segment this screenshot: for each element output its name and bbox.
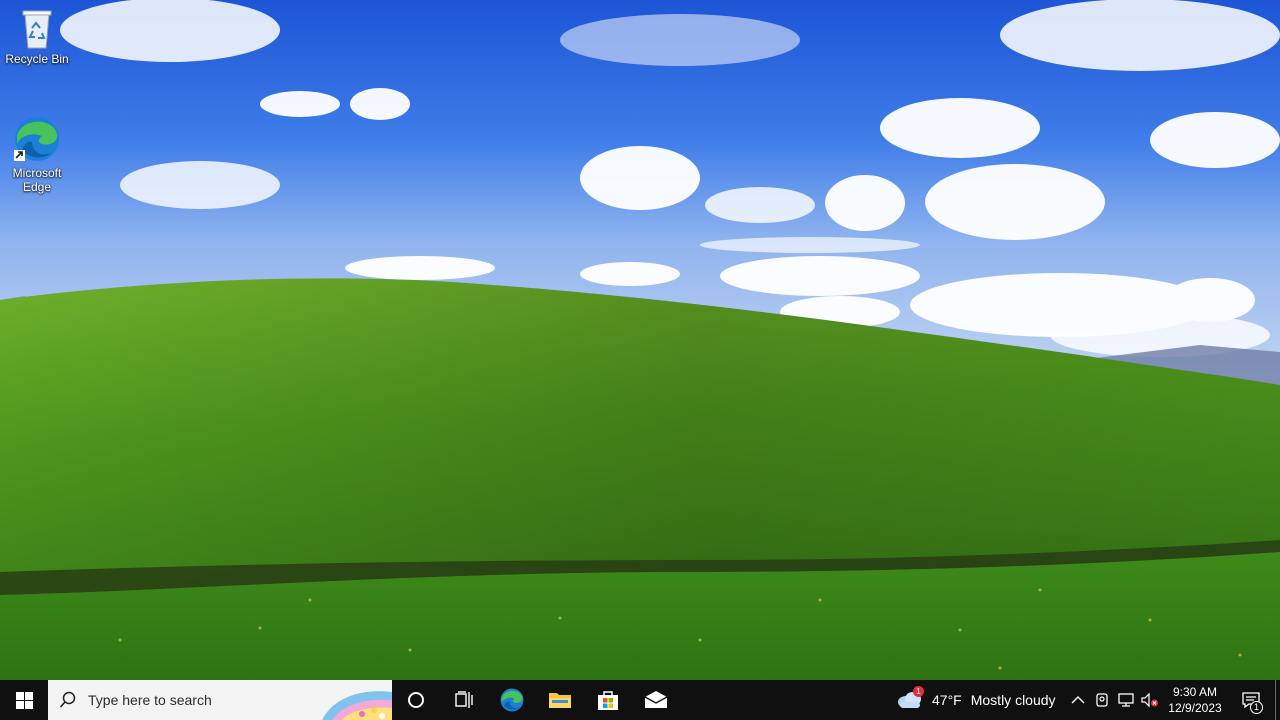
action-center-button[interactable]: 1 — [1234, 680, 1268, 720]
chevron-up-icon — [1071, 696, 1085, 704]
network-button[interactable] — [1114, 680, 1138, 720]
meet-now-button[interactable] — [1090, 680, 1114, 720]
clock-date: 12/9/2023 — [1168, 701, 1222, 715]
cortana-button[interactable] — [392, 680, 440, 720]
weather-condition: Mostly cloudy — [970, 692, 1056, 708]
taskbar: Type here to search 1 47°F Mostly cloudy… — [0, 680, 1280, 720]
desktop[interactable]: Recycle Bin Microsoft Edge — [0, 0, 1280, 680]
system-tray — [1066, 680, 1162, 720]
start-button[interactable] — [0, 680, 48, 720]
desktop-icon-label: Recycle Bin — [5, 52, 69, 66]
recycle-bin-icon — [22, 10, 52, 49]
search-box[interactable]: Type here to search — [48, 680, 392, 720]
bliss-wallpaper — [0, 0, 1280, 680]
search-highlight-icon — [322, 691, 392, 720]
show-desktop-button[interactable] — [1275, 680, 1280, 720]
network-icon — [1118, 693, 1134, 707]
desktop-icon-recycle-bin[interactable]: Recycle Bin — [0, 6, 74, 66]
microsoft-store-button[interactable] — [584, 680, 632, 720]
taskbar-edge-button[interactable] — [488, 680, 536, 720]
search-icon — [59, 691, 76, 708]
task-view-button[interactable] — [440, 680, 488, 720]
notification-count-badge: 1 — [1250, 701, 1263, 714]
volume-button[interactable] — [1138, 680, 1162, 720]
clock[interactable]: 9:30 AM 12/9/2023 — [1162, 680, 1228, 720]
meet-now-icon — [1096, 693, 1108, 707]
weather-widget[interactable]: 1 47°F Mostly cloudy — [896, 680, 1056, 720]
edge-icon — [500, 688, 524, 712]
folder-icon — [549, 693, 571, 708]
desktop-icon-microsoft-edge[interactable]: Microsoft Edge — [0, 114, 74, 194]
windows-logo-icon — [15, 691, 33, 709]
file-explorer-button[interactable] — [536, 680, 584, 720]
mail-icon — [644, 691, 668, 708]
show-hidden-icons-button[interactable] — [1066, 680, 1090, 720]
volume-muted-icon — [1141, 692, 1158, 708]
search-placeholder: Type here to search — [88, 692, 212, 708]
weather-alert-badge: 1 — [913, 686, 924, 697]
store-bag-icon — [598, 691, 618, 710]
weather-temperature: 47°F — [932, 692, 962, 708]
cortana-circle-icon — [408, 692, 424, 708]
clock-time: 9:30 AM — [1172, 685, 1218, 699]
task-view-icon — [455, 691, 473, 708]
edge-icon — [14, 117, 59, 161]
mail-button[interactable] — [632, 680, 680, 720]
desktop-icon-label: Microsoft Edge — [12, 166, 62, 194]
